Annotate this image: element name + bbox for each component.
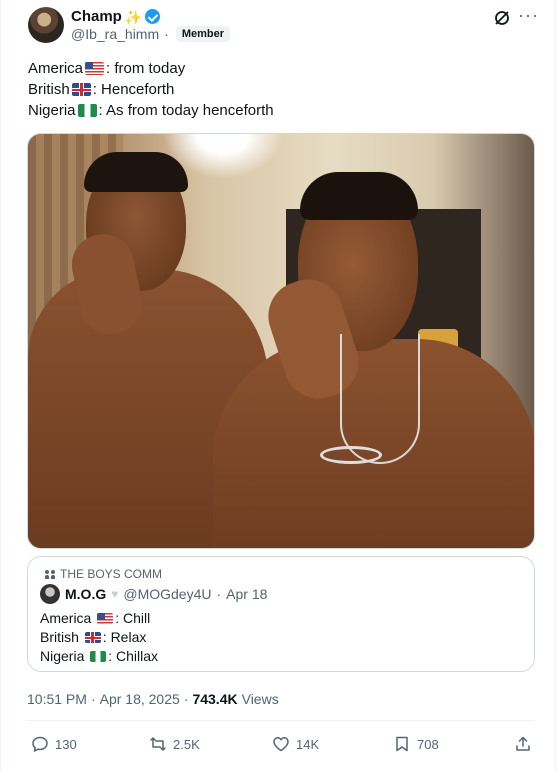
like-count: 14K [296, 736, 320, 752]
us-flag-icon [85, 62, 105, 75]
quoted-author-name[interactable]: M.O.G [65, 586, 106, 602]
grok-icon[interactable] [493, 9, 511, 27]
tweet-photo[interactable] [27, 133, 535, 549]
author-name-row: Champ ✨ [71, 8, 161, 25]
quoted-line-prefix: Nigeria [40, 648, 89, 664]
nigeria-flag-icon [90, 651, 107, 662]
reply-icon [32, 736, 48, 752]
community-label[interactable]: THE BOYS COMM [45, 567, 162, 581]
nigeria-flag-icon [77, 104, 97, 117]
uk-flag-icon [71, 83, 91, 96]
tweet-line-prefix: British [28, 81, 70, 98]
repost-count: 2.5K [173, 736, 200, 752]
tweet-line-suffix: : from today [106, 60, 186, 77]
tweet-line-suffix: : Henceforth [92, 81, 175, 98]
quoted-line-prefix: America [40, 610, 96, 626]
quoted-avatar[interactable] [40, 584, 60, 604]
tweet-line-suffix: : As from today henceforth [98, 102, 274, 119]
community-icon [45, 569, 56, 579]
repost-button[interactable]: 2.5K [149, 735, 200, 753]
tweet-line-prefix: America [28, 60, 84, 77]
like-button[interactable]: 14K [272, 735, 319, 753]
verified-icon[interactable] [145, 9, 161, 24]
photo-bracelet [320, 446, 382, 464]
quoted-text: America : Chill British : Relax Nigeria … [40, 609, 158, 666]
reply-count: 130 [55, 736, 77, 752]
like-icon [273, 737, 289, 752]
timestamp-separator: · [183, 691, 189, 707]
tweet-text: America: from today British: Henceforth … [28, 58, 274, 121]
tweet-card: Champ ✨ @Ib_ra_himm · Member ··· America… [0, 0, 556, 771]
us-flag-icon [97, 613, 114, 624]
quoted-separator: · [216, 586, 222, 602]
community-name: THE BOYS COMM [60, 567, 163, 581]
quoted-author-row: M.O.G ♥ @MOGdey4U · Apr 18 [40, 584, 267, 604]
uk-flag-icon [84, 632, 101, 643]
quoted-line-suffix: : Relax [102, 629, 147, 645]
tweet-line: British : Henceforth [28, 79, 274, 100]
sparkle-icon: ✨ [124, 8, 143, 25]
photo-chain [340, 334, 420, 464]
quoted-author-handle[interactable]: @MOGdey4U [123, 586, 211, 602]
repost-icon [150, 737, 166, 751]
author-avatar[interactable] [28, 7, 64, 43]
bookmark-count: 708 [417, 736, 439, 752]
tweet-line: America : from today [28, 58, 274, 79]
share-button[interactable] [514, 735, 532, 753]
bookmark-icon [396, 736, 408, 752]
divider [27, 720, 535, 721]
tweet-line-prefix: Nigeria [28, 102, 76, 119]
quoted-line: British : Relax [40, 628, 158, 647]
tweet-date[interactable]: Apr 18, 2025 [100, 691, 180, 707]
quoted-line-prefix: British [40, 629, 83, 645]
bookmark-button[interactable]: 708 [393, 735, 439, 753]
author-handle[interactable]: @Ib_ra_himm [71, 26, 159, 42]
quoted-line-suffix: : Chill [115, 610, 151, 626]
author-handle-row: @Ib_ra_himm · Member [71, 26, 230, 42]
reply-button[interactable]: 130 [31, 735, 77, 753]
views-label: Views [241, 691, 279, 707]
photo-person-right-hair [300, 172, 418, 220]
tweet-timestamp: 10:51 PM · Apr 18, 2025 · 743.4K Views [27, 691, 279, 707]
tweet-time[interactable]: 10:51 PM [27, 691, 87, 707]
photo-person-left-hair [84, 152, 188, 192]
quoted-date[interactable]: Apr 18 [226, 586, 267, 602]
more-icon[interactable]: ··· [518, 6, 539, 24]
share-icon [516, 736, 530, 751]
quoted-tweet[interactable]: THE BOYS COMM M.O.G ♥ @MOGdey4U · Apr 18… [27, 556, 535, 672]
timestamp-separator: · [90, 691, 96, 707]
quoted-line-suffix: : Chillax [108, 648, 159, 664]
quoted-line: Nigeria : Chillax [40, 647, 158, 666]
separator-dot: · [164, 26, 169, 42]
heart-emoji-icon: ♥ [111, 587, 119, 601]
views-count[interactable]: 743.4K [192, 691, 237, 707]
tweet-line: Nigeria : As from today henceforth [28, 100, 274, 121]
author-name[interactable]: Champ [71, 8, 122, 25]
member-badge[interactable]: Member [175, 26, 230, 42]
quoted-line: America : Chill [40, 609, 158, 628]
